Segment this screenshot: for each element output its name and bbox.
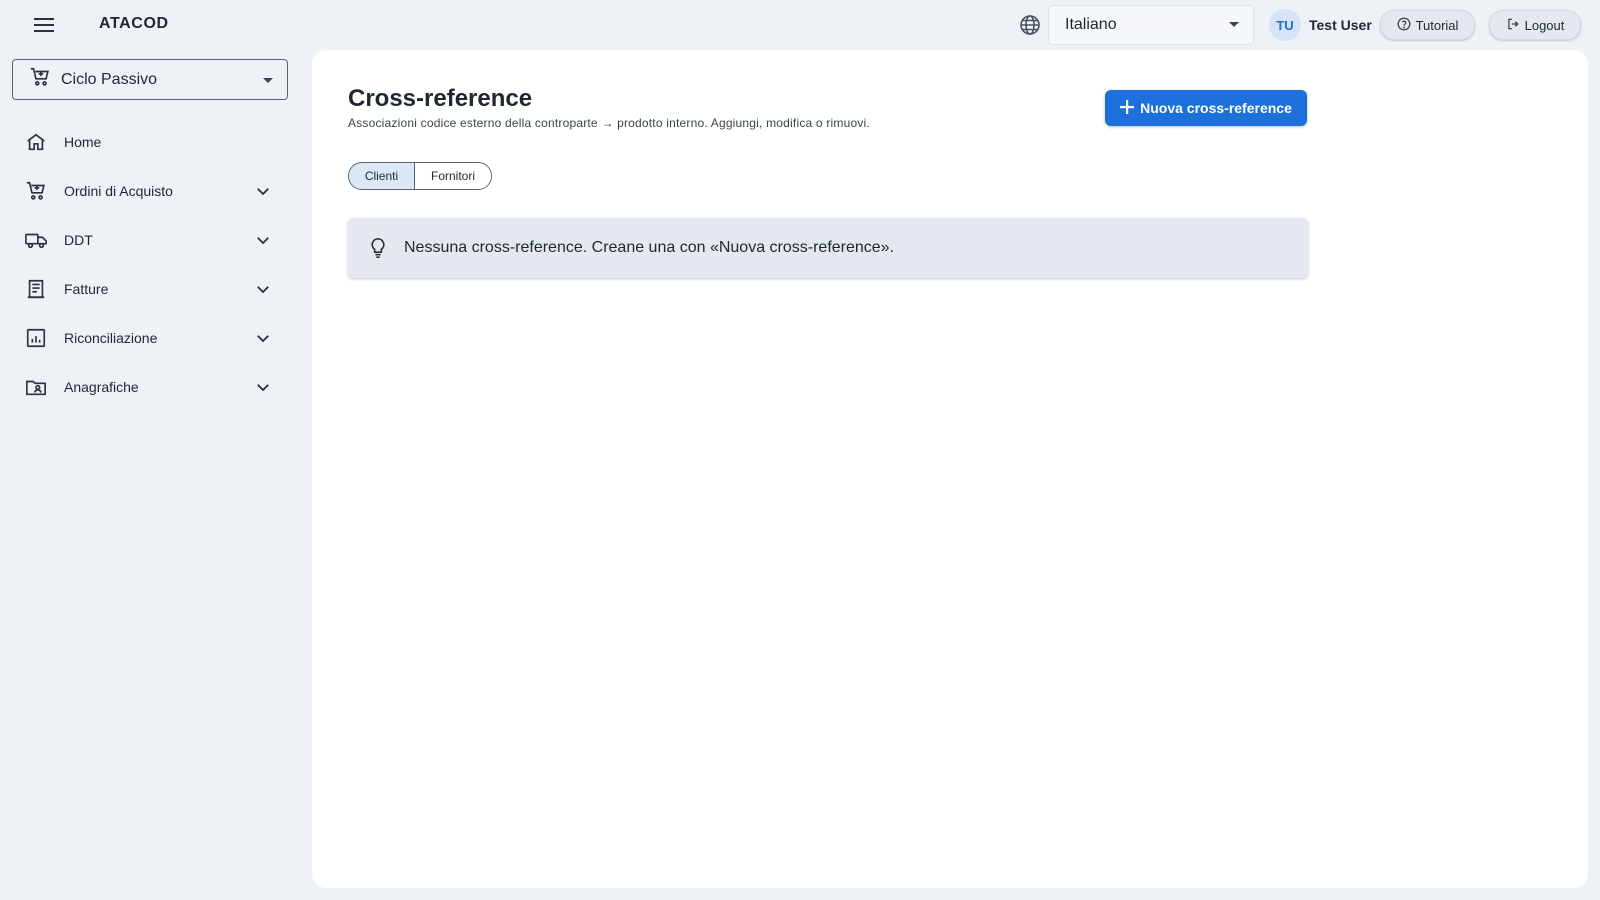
- tutorial-label: Tutorial: [1415, 17, 1459, 33]
- sidebar-nav: Home Ordini di Acquisto DDT Fatture Rico…: [0, 117, 300, 411]
- page-subtitle: Associazioni codice esterno della contro…: [348, 116, 870, 130]
- help-circle-icon: [1397, 17, 1411, 34]
- page-title: Cross-reference: [348, 85, 533, 112]
- logout-button[interactable]: Logout: [1489, 10, 1581, 40]
- empty-state-alert: Nessuna cross-reference. Creane una con …: [348, 218, 1308, 278]
- tab-fornitori[interactable]: Fornitori: [415, 163, 491, 189]
- lightbulb-icon: [366, 236, 390, 260]
- plus-icon: [1120, 99, 1135, 117]
- module-select[interactable]: Ciclo Passivo: [12, 59, 288, 100]
- dropdown-caret-icon: [1229, 22, 1239, 27]
- home-icon: [24, 130, 48, 154]
- sidebar-item-label: Anagrafiche: [64, 378, 139, 395]
- globe-icon: [1018, 13, 1042, 37]
- chevron-down-icon[interactable]: [254, 378, 272, 396]
- app-brand: ATACOD: [99, 15, 169, 32]
- sidebar-item-fatture[interactable]: Fatture: [0, 264, 300, 313]
- chevron-down-icon[interactable]: [254, 329, 272, 347]
- top-bar: ATACOD Italiano TU Test User Tutorial Lo…: [0, 0, 1600, 50]
- hamburger-menu-icon[interactable]: [30, 13, 58, 37]
- receipt-icon: [24, 277, 48, 301]
- sidebar-item-anagrafiche[interactable]: Anagrafiche: [0, 362, 300, 411]
- sidebar-item-ddt[interactable]: DDT: [0, 215, 300, 264]
- chevron-down-icon[interactable]: [254, 231, 272, 249]
- chevron-down-icon[interactable]: [254, 280, 272, 298]
- cart-icon: [24, 179, 48, 203]
- counterparty-toggle: Clienti Fornitori: [348, 162, 492, 190]
- language-select-value: Italiano: [1065, 16, 1117, 33]
- new-cross-reference-button[interactable]: Nuova cross-reference: [1105, 90, 1307, 126]
- module-select-value: Ciclo Passivo: [61, 70, 158, 88]
- sidebar-item-label: Fatture: [64, 280, 109, 297]
- empty-state-message: Nessuna cross-reference. Creane una con …: [404, 239, 895, 256]
- language-select[interactable]: Italiano: [1048, 5, 1254, 45]
- chevron-down-icon[interactable]: [254, 182, 272, 200]
- sidebar-item-ordini-di-acquisto[interactable]: Ordini di Acquisto: [0, 166, 300, 215]
- dropdown-caret-icon: [263, 78, 273, 83]
- new-cross-reference-label: Nuova cross-reference: [1140, 100, 1292, 116]
- tab-clienti[interactable]: Clienti: [349, 163, 415, 189]
- logout-icon: [1506, 17, 1520, 34]
- avatar[interactable]: TU: [1269, 9, 1301, 41]
- sidebar-item-home[interactable]: Home: [0, 117, 300, 166]
- logout-label: Logout: [1524, 17, 1565, 33]
- sidebar-item-label: Ordini di Acquisto: [64, 182, 173, 199]
- cart-icon: [29, 66, 51, 93]
- sidebar-item-riconciliazione[interactable]: Riconciliazione: [0, 313, 300, 362]
- sidebar-item-label: DDT: [64, 231, 93, 248]
- user-name: Test User: [1309, 17, 1372, 33]
- sidebar-item-label: Riconciliazione: [64, 329, 158, 346]
- sidebar-item-label: Home: [64, 133, 102, 150]
- analytics-icon: [24, 326, 48, 350]
- main-panel: Cross-reference Associazioni codice este…: [312, 50, 1588, 888]
- truck-icon: [24, 228, 48, 252]
- contact-folder-icon: [24, 375, 48, 399]
- tutorial-button[interactable]: Tutorial: [1380, 10, 1475, 40]
